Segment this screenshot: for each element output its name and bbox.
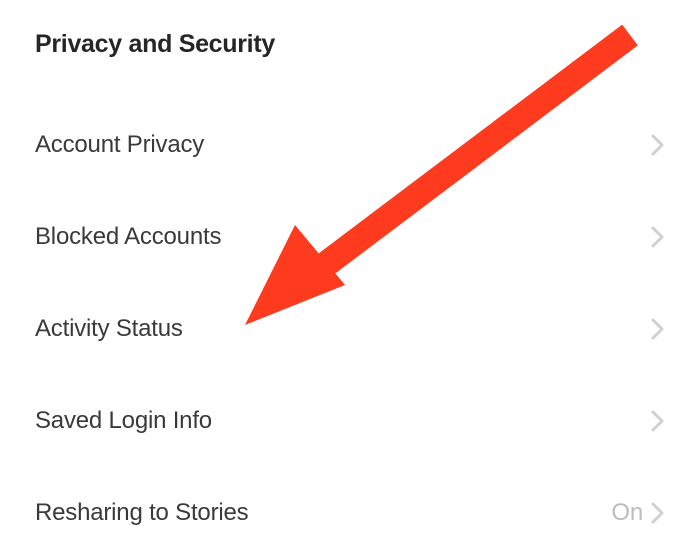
chevron-right-icon (651, 318, 665, 340)
menu-item-right (643, 410, 665, 432)
menu-item-right: On (611, 499, 665, 527)
menu-item-label: Activity Status (35, 315, 183, 343)
section-title: Privacy and Security (35, 30, 665, 59)
menu-item-account-privacy[interactable]: Account Privacy (35, 99, 665, 191)
chevron-right-icon (651, 134, 665, 156)
menu-item-label: Blocked Accounts (35, 223, 221, 251)
menu-item-right (643, 226, 665, 248)
menu-item-right (643, 134, 665, 156)
menu-item-label: Account Privacy (35, 131, 204, 159)
menu-item-activity-status[interactable]: Activity Status (35, 283, 665, 375)
chevron-right-icon (651, 502, 665, 524)
menu-item-blocked-accounts[interactable]: Blocked Accounts (35, 191, 665, 283)
menu-list: Account Privacy Blocked Accounts Activit… (35, 99, 665, 559)
chevron-right-icon (651, 226, 665, 248)
menu-item-resharing-to-stories[interactable]: Resharing to Stories On (35, 467, 665, 559)
menu-item-saved-login-info[interactable]: Saved Login Info (35, 375, 665, 467)
menu-item-label: Saved Login Info (35, 407, 212, 435)
menu-item-value: On (611, 499, 643, 527)
chevron-right-icon (651, 410, 665, 432)
settings-container: Privacy and Security Account Privacy Blo… (0, 0, 700, 559)
menu-item-right (643, 318, 665, 340)
menu-item-label: Resharing to Stories (35, 499, 248, 527)
